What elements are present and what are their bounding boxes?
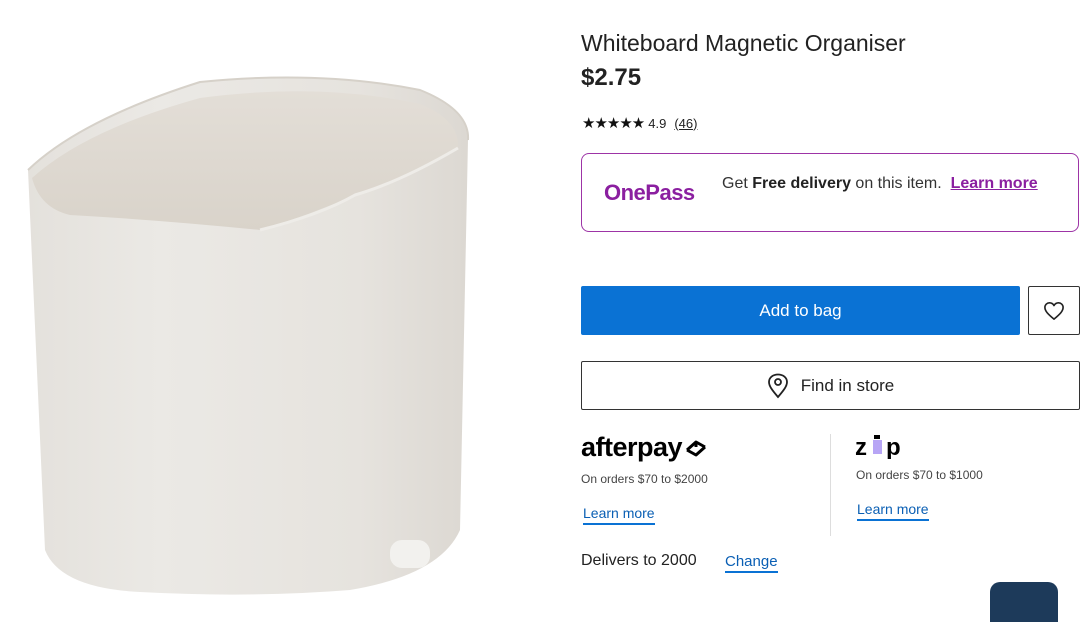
onepass-banner: OnePass Get Free delivery on this item. … xyxy=(581,153,1079,232)
zip-range: On orders $70 to $1000 xyxy=(856,468,983,482)
svg-text:z: z xyxy=(855,435,867,459)
product-title: Whiteboard Magnetic Organiser xyxy=(581,30,906,56)
onepass-text-bold: Free delivery xyxy=(752,175,851,192)
add-to-bag-button[interactable]: Add to bag xyxy=(581,286,1020,335)
find-in-store-label: Find in store xyxy=(800,375,895,395)
change-location-link[interactable]: Change xyxy=(725,553,778,573)
delivery-location: Delivers to 2000 xyxy=(581,552,697,569)
afterpay-range: On orders $70 to $2000 xyxy=(581,472,708,486)
heart-icon xyxy=(1044,301,1064,320)
afterpay-learn-more-link[interactable]: Learn more xyxy=(583,505,655,525)
product-price: $2.75 xyxy=(581,64,642,91)
location-pin-icon xyxy=(767,373,788,398)
onepass-learn-more-link[interactable]: Learn more xyxy=(951,175,1038,192)
svg-text:p: p xyxy=(886,435,901,459)
onepass-logo: OnePass xyxy=(604,180,695,205)
afterpay-logo: afterpay xyxy=(581,432,709,463)
rating: ★★★★★ 4.9 (46) xyxy=(582,114,697,132)
onepass-text-before: Get xyxy=(722,175,753,192)
product-image xyxy=(27,76,470,595)
afterpay-logo-text: afterpay xyxy=(581,432,683,462)
star-icons: ★★★★★ xyxy=(582,115,645,132)
rating-score: 4.9 xyxy=(648,115,667,131)
afterpay-arrows-icon xyxy=(686,440,707,456)
review-count-link[interactable]: (46) xyxy=(674,116,697,131)
wishlist-button[interactable] xyxy=(1028,286,1080,335)
find-in-store-button[interactable]: Find in store xyxy=(581,361,1080,410)
onepass-text-after: on this item. xyxy=(850,175,942,192)
chat-button[interactable] xyxy=(990,582,1058,622)
onepass-message: Get Free delivery on this item. Learn mo… xyxy=(722,175,1052,193)
zip-learn-more-link[interactable]: Learn more xyxy=(857,501,929,521)
zip-logo: z p xyxy=(855,435,901,459)
payment-divider xyxy=(830,434,831,536)
